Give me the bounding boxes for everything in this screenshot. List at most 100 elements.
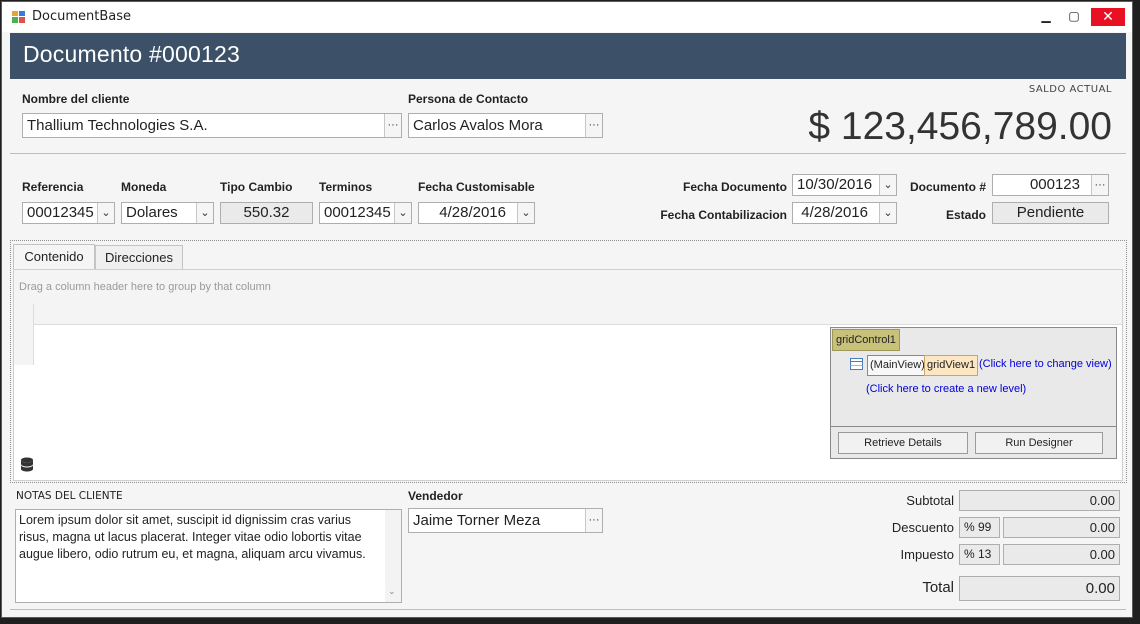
run-designer-button[interactable]: Run Designer [975, 432, 1103, 454]
grid-designer-panel: gridControl1 (MainView) gridView1 (Click… [830, 327, 1117, 459]
designer-name-badge: gridControl1 [832, 329, 900, 351]
ellipsis-icon: ··· [588, 514, 600, 526]
tipo-cambio-field: 550.32 [220, 202, 313, 224]
estado-value: Pendiente [1016, 204, 1085, 221]
title-bar: DocumentBase ▁ ▢ ✕ [2, 2, 1132, 32]
fecha-documento-label: Fecha Documento [682, 180, 787, 194]
section-divider [10, 153, 1126, 154]
minimize-button[interactable]: ▁ [1031, 6, 1061, 28]
balance-label: SALDO ACTUAL [1028, 84, 1112, 95]
referencia-value: 00012345 [27, 204, 94, 221]
notes-textarea[interactable]: Lorem ipsum dolor sit amet, suscipit id … [15, 509, 402, 603]
data-grid[interactable]: Drag a column header here to group by th… [13, 269, 1123, 481]
vendor-value: Jaime Torner Meza [413, 512, 541, 529]
chevron-down-icon: ⌄ [883, 207, 893, 219]
fecha-custom-field[interactable]: 4/28/2016 ⌄ [418, 202, 535, 224]
impuesto-pct[interactable]: % 13 [959, 544, 1000, 565]
tipo-cambio-value: 550.32 [243, 204, 290, 221]
terminos-select[interactable]: 00012345 ⌄ [319, 202, 412, 224]
fecha-contab-field[interactable]: 4/28/2016 ⌄ [792, 202, 897, 224]
terminos-label: Terminos [319, 180, 373, 194]
notes-scrollbar[interactable]: ⌄ [385, 510, 401, 602]
fecha-custom-label: Fecha Customisable [418, 180, 535, 194]
tab-label: Direcciones [105, 250, 173, 265]
referencia-dropdown-button[interactable]: ⌄ [97, 203, 114, 223]
tab-label: Contenido [24, 249, 84, 264]
notes-label: NOTAS DEL CLIENTE [16, 490, 123, 502]
moneda-label: Moneda [121, 180, 167, 194]
moneda-select[interactable]: Dolares ⌄ [121, 202, 214, 224]
main-view-pill: (MainView) [867, 355, 928, 376]
moneda-dropdown-button[interactable]: ⌄ [196, 203, 213, 223]
referencia-select[interactable]: 00012345 ⌄ [22, 202, 115, 224]
client-label: Nombre del cliente [22, 92, 130, 106]
change-view-link[interactable]: (Click here to change view) [979, 358, 1112, 370]
maximize-button[interactable]: ▢ [1059, 6, 1089, 28]
main-window: DocumentBase ▁ ▢ ✕ Documento #000123 Nom… [1, 1, 1133, 618]
descuento-pct[interactable]: % 99 [959, 517, 1000, 538]
moneda-value: Dolares [126, 204, 178, 221]
fecha-contab-value: 4/28/2016 [801, 204, 868, 221]
chevron-down-icon: ⌄ [398, 207, 408, 219]
documento-num-field[interactable]: 000123 ··· [992, 174, 1109, 196]
vendor-ellipsis-button[interactable]: ··· [585, 509, 602, 532]
chevron-down-icon: ⌄ [521, 207, 531, 219]
client-field[interactable]: Thallium Technologies S.A. ··· [22, 113, 402, 138]
fecha-documento-dropdown-button[interactable]: ⌄ [879, 175, 896, 195]
scroll-down-icon[interactable]: ⌄ [388, 583, 396, 600]
fecha-custom-dropdown-button[interactable]: ⌄ [517, 203, 534, 223]
client-value: Thallium Technologies S.A. [27, 117, 208, 134]
estado-label: Estado [945, 208, 986, 222]
document-header: Documento #000123 [10, 33, 1126, 79]
tipo-cambio-label: Tipo Cambio [220, 180, 293, 194]
vendor-field[interactable]: Jaime Torner Meza ··· [408, 508, 603, 533]
grid-view-icon [850, 358, 863, 370]
contact-ellipsis-button[interactable]: ··· [585, 114, 602, 137]
contact-label: Persona de Contacto [408, 92, 529, 106]
contact-field[interactable]: Carlos Avalos Mora ··· [408, 113, 603, 138]
contact-value: Carlos Avalos Mora [413, 117, 543, 134]
impuesto-field: 0.00 [1003, 544, 1120, 565]
chevron-down-icon: ⌄ [883, 179, 893, 191]
terminos-dropdown-button[interactable]: ⌄ [394, 203, 411, 223]
descuento-label: Descuento [891, 520, 954, 535]
documento-num-value: 000123 [1029, 176, 1080, 193]
fecha-documento-field[interactable]: 10/30/2016 ⌄ [792, 174, 897, 196]
grid-view-pill[interactable]: gridView1 [924, 355, 979, 376]
maximize-icon: ▢ [1068, 9, 1080, 23]
subtotal-label: Subtotal [906, 493, 954, 508]
total-field: 0.00 [959, 576, 1120, 601]
minimize-icon: ▁ [1041, 9, 1051, 23]
group-hint: Drag a column header here to group by th… [19, 281, 271, 293]
documento-num-label: Documento # [909, 180, 986, 194]
chevron-down-icon: ⌄ [200, 207, 210, 219]
group-panel[interactable]: Drag a column header here to group by th… [14, 270, 1122, 305]
column-header-row[interactable] [14, 304, 1122, 325]
content-panel: Contenido Direcciones Drag a column head… [10, 240, 1127, 483]
ellipsis-icon: ··· [1094, 179, 1106, 191]
fecha-contab-dropdown-button[interactable]: ⌄ [879, 203, 896, 223]
tab-direcciones[interactable]: Direcciones [95, 245, 183, 270]
client-ellipsis-button[interactable]: ··· [384, 114, 401, 137]
notes-text: Lorem ipsum dolor sit amet, suscipit id … [19, 513, 366, 561]
tab-contenido[interactable]: Contenido [13, 244, 95, 270]
estado-field: Pendiente [992, 202, 1109, 224]
window-title: DocumentBase [32, 9, 132, 24]
page-title: Documento #000123 [23, 41, 240, 67]
descuento-field: 0.00 [1003, 517, 1120, 538]
total-label: Total [922, 579, 954, 596]
database-icon[interactable] [20, 457, 34, 473]
close-icon: ✕ [1102, 9, 1114, 25]
documento-num-ellipsis-button[interactable]: ··· [1091, 175, 1108, 195]
ellipsis-icon: ··· [387, 119, 399, 131]
retrieve-details-button[interactable]: Retrieve Details [838, 432, 968, 454]
close-button[interactable]: ✕ [1091, 8, 1125, 26]
fecha-custom-value: 4/28/2016 [439, 204, 506, 221]
new-level-link[interactable]: (Click here to create a new level) [866, 383, 1026, 395]
impuesto-label: Impuesto [900, 547, 954, 562]
fecha-documento-value: 10/30/2016 [797, 176, 873, 193]
bottom-divider [10, 609, 1126, 610]
subtotal-field: 0.00 [959, 490, 1120, 511]
chevron-down-icon: ⌄ [101, 207, 111, 219]
row-indicator [14, 304, 34, 365]
